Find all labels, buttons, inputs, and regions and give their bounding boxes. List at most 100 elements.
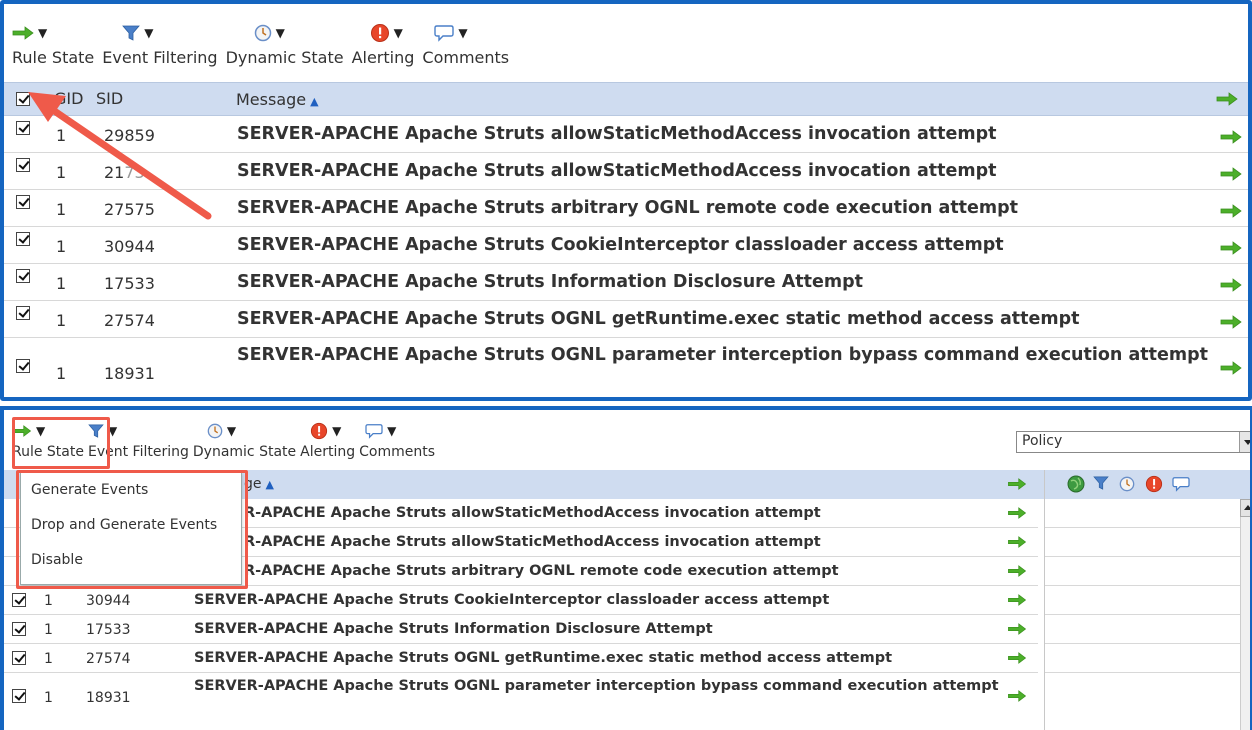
dropdown-caret-icon: ▼ xyxy=(393,26,403,40)
rule-detail-panel xyxy=(1044,470,1250,730)
alerting-label: Alerting xyxy=(351,48,415,67)
dynamic-state-label: Dynamic State xyxy=(225,48,344,67)
event-filtering-button[interactable]: ▼ Event Filtering xyxy=(88,420,189,460)
green-arrow-icon[interactable] xyxy=(1007,623,1027,635)
message-cell[interactable]: SERVER-APACHE Apache Struts allowStaticM… xyxy=(237,160,997,183)
green-arrow-icon[interactable] xyxy=(1220,130,1242,144)
message-cell[interactable]: R-APACHE Apache Struts allowStaticMethod… xyxy=(244,533,821,552)
comments-button[interactable]: ▼ Comments xyxy=(359,420,435,460)
annotation-arrow-icon xyxy=(28,92,212,220)
menu-item-generate-events[interactable]: Generate Events xyxy=(31,482,148,498)
gid-cell: 1 xyxy=(56,311,67,330)
sid-cell: 18931 xyxy=(86,690,131,706)
sid-cell: 17533 xyxy=(86,622,131,638)
globe-icon[interactable] xyxy=(1067,475,1085,493)
alerting-label: Alerting xyxy=(300,444,356,460)
table-row[interactable]: 1 18931 SERVER-APACHE Apache Struts OGNL… xyxy=(4,339,1248,397)
row-checkbox[interactable] xyxy=(12,689,26,703)
green-arrow-icon[interactable] xyxy=(1220,315,1242,329)
select-dropdown-button[interactable] xyxy=(1239,432,1250,452)
menu-item-disable[interactable]: Disable xyxy=(31,552,83,568)
vertical-scrollbar[interactable] xyxy=(1240,499,1250,730)
comment-bubble-icon xyxy=(365,424,383,439)
message-cell[interactable]: SERVER-APACHE Apache Struts arbitrary OG… xyxy=(237,197,1018,220)
message-cell[interactable]: SERVER-APACHE Apache Struts CookieInterc… xyxy=(237,234,1004,257)
message-cell[interactable]: SERVER-APACHE Apache Struts OGNL paramet… xyxy=(194,677,1004,696)
green-arrow-icon[interactable] xyxy=(1220,278,1242,292)
sid-cell: 27574 xyxy=(104,311,155,330)
menu-item-drop-and-generate-events[interactable]: Drop and Generate Events xyxy=(31,517,217,533)
row-checkbox[interactable] xyxy=(16,306,30,320)
filter-funnel-icon[interactable] xyxy=(1093,476,1109,490)
green-arrow-icon[interactable] xyxy=(1007,478,1027,490)
rules-panel-top: ▼ Rule State ▼ Event Filtering ▼ Dynamic… xyxy=(0,0,1252,401)
message-cell[interactable]: SERVER-APACHE Apache Struts allowStaticM… xyxy=(237,123,997,146)
message-cell[interactable]: SERVER-APACHE Apache Struts CookieInterc… xyxy=(194,591,829,610)
detail-cell xyxy=(1045,615,1240,644)
sort-ascending-icon: ▲ xyxy=(265,478,274,491)
detail-cell xyxy=(1045,586,1240,615)
scroll-up-button[interactable] xyxy=(1240,499,1250,517)
green-arrow-icon[interactable] xyxy=(1220,167,1242,181)
comment-bubble-icon[interactable] xyxy=(1172,476,1190,492)
clock-icon[interactable] xyxy=(1119,476,1135,492)
dynamic-state-button[interactable]: ▼ Dynamic State xyxy=(226,22,344,67)
alert-icon xyxy=(311,422,328,440)
column-header-message[interactable]: Message ▲ xyxy=(236,90,319,109)
detail-cell xyxy=(1045,644,1240,673)
alerting-button[interactable]: ▼ Alerting xyxy=(351,22,415,67)
filter-funnel-icon xyxy=(88,424,104,438)
green-arrow-icon[interactable] xyxy=(1007,565,1027,577)
green-arrow-icon[interactable] xyxy=(1220,204,1242,218)
green-arrow-icon[interactable] xyxy=(1216,92,1238,106)
rule-toolbar: ▼ Rule State ▼ Event Filtering ▼ Dynamic… xyxy=(12,420,439,460)
gid-cell: 1 xyxy=(56,237,67,256)
green-arrow-icon[interactable] xyxy=(1007,652,1027,664)
clock-icon xyxy=(207,423,223,439)
rule-state-menu: Generate Events Drop and Generate Events… xyxy=(20,472,242,585)
row-checkbox[interactable] xyxy=(12,593,26,607)
dynamic-state-button[interactable]: ▼ Dynamic State xyxy=(193,420,296,460)
dropdown-caret-icon: ▼ xyxy=(226,424,237,438)
row-checkbox[interactable] xyxy=(12,622,26,636)
green-arrow-icon[interactable] xyxy=(1220,361,1242,375)
gid-cell: 1 xyxy=(56,274,67,293)
message-cell[interactable]: SERVER-APACHE Apache Struts Information … xyxy=(237,271,863,294)
message-cell[interactable]: SERVER-APACHE Apache Struts OGNL getRunt… xyxy=(237,308,1080,331)
table-row[interactable]: 1 30944 SERVER-APACHE Apache Struts Cook… xyxy=(4,586,1038,615)
green-arrow-icon[interactable] xyxy=(1007,594,1027,606)
message-cell[interactable]: SERVER-APACHE Apache Struts Information … xyxy=(194,620,713,639)
alert-icon[interactable] xyxy=(1145,475,1163,493)
row-checkbox[interactable] xyxy=(16,359,30,373)
gid-cell: 1 xyxy=(44,593,53,609)
green-arrow-icon[interactable] xyxy=(1007,536,1027,548)
table-row[interactable]: 1 27574 SERVER-APACHE Apache Struts OGNL… xyxy=(4,302,1248,338)
table-row[interactable]: 1 17533 SERVER-APACHE Apache Struts Info… xyxy=(4,615,1038,644)
rule-state-button[interactable]: ▼ Rule State xyxy=(12,420,84,460)
row-checkbox[interactable] xyxy=(12,651,26,665)
message-cell[interactable]: SERVER-APACHE Apache Struts OGNL paramet… xyxy=(237,344,1212,367)
message-cell[interactable]: R-APACHE Apache Struts arbitrary OGNL re… xyxy=(244,562,839,581)
policy-select[interactable]: Policy xyxy=(1016,431,1250,453)
rule-state-label: Rule State xyxy=(12,444,84,460)
gid-cell: 1 xyxy=(44,651,53,667)
green-arrow-icon[interactable] xyxy=(1220,241,1242,255)
alerting-button[interactable]: ▼ Alerting xyxy=(300,420,355,460)
message-cell[interactable]: SERVER-APACHE Apache Struts OGNL getRunt… xyxy=(194,649,892,668)
column-header-message[interactable]: ge ▲ xyxy=(244,476,274,492)
gid-cell: 1 xyxy=(44,622,53,638)
message-cell[interactable]: R-APACHE Apache Struts allowStaticMethod… xyxy=(244,504,821,523)
green-arrow-icon xyxy=(13,425,32,437)
green-arrow-icon[interactable] xyxy=(1007,507,1027,519)
table-row[interactable]: 1 27574 SERVER-APACHE Apache Struts OGNL… xyxy=(4,644,1038,673)
row-checkbox[interactable] xyxy=(16,269,30,283)
gid-cell: 1 xyxy=(44,690,53,706)
row-checkbox[interactable] xyxy=(16,232,30,246)
table-row[interactable]: 1 18931 SERVER-APACHE Apache Struts OGNL… xyxy=(4,673,1038,721)
rules-panel-bottom: ▼ Rule State ▼ Event Filtering ▼ Dynamic… xyxy=(0,406,1252,730)
dropdown-caret-icon: ▼ xyxy=(458,26,468,40)
table-row[interactable]: 1 17533 SERVER-APACHE Apache Struts Info… xyxy=(4,265,1248,301)
gid-cell: 1 xyxy=(56,364,67,383)
green-arrow-icon[interactable] xyxy=(1007,690,1027,702)
comments-button[interactable]: ▼ Comments xyxy=(422,22,509,67)
